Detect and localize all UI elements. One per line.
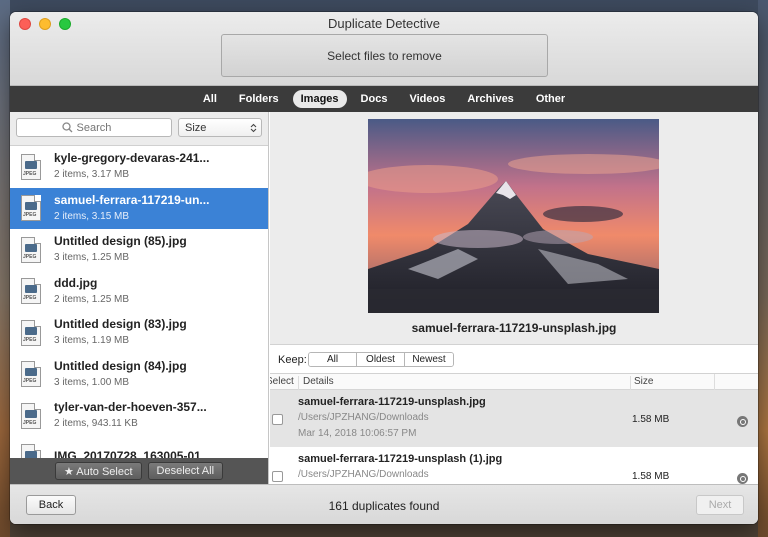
- main-content: Size JPEG kyle-gregory-devaras-241... 2 …: [10, 112, 758, 484]
- file-group-item[interactable]: JPEG ddd.jpg 2 items, 1.25 MB: [10, 271, 268, 313]
- file-group-name: Untitled design (83).jpg: [54, 317, 187, 332]
- file-group-item[interactable]: JPEG tyler-van-der-hoeven-357... 2 items…: [10, 395, 268, 437]
- file-group-item[interactable]: JPEG kyle-gregory-devaras-241... 2 items…: [10, 146, 268, 188]
- sidebar-footer: ★ Auto Select Deselect All: [10, 458, 268, 484]
- tab-all[interactable]: All: [195, 90, 225, 108]
- column-header-select[interactable]: Select: [270, 376, 294, 387]
- file-group-meta: 2 items, 3.17 MB: [54, 169, 130, 181]
- file-group-name: IMG_20170728_163005-01....: [54, 448, 215, 458]
- column-header-size[interactable]: Size: [630, 376, 653, 391]
- deselect-all-button[interactable]: Deselect All: [147, 462, 224, 480]
- column-header-details[interactable]: Details: [298, 376, 334, 391]
- file-group-meta: 2 items, 943.11 KB: [54, 418, 138, 430]
- magnifier-icon[interactable]: [737, 473, 748, 484]
- up-down-chevron-icon: [250, 123, 257, 132]
- keep-segmented-control: All Oldest Newest: [308, 352, 454, 367]
- row-file-path: /Users/JPZHANG/Downloads: [298, 412, 429, 423]
- row-checkbox[interactable]: [272, 471, 283, 482]
- mountain-preview-image: [368, 119, 659, 313]
- table-header: Select Details Size: [270, 374, 758, 391]
- keep-oldest-option[interactable]: Oldest: [357, 353, 405, 366]
- keep-bar: Keep: All Oldest Newest: [270, 344, 758, 374]
- auto-select-button[interactable]: ★ Auto Select: [54, 462, 142, 480]
- jpeg-file-icon: JPEG: [21, 195, 41, 222]
- file-group-name: ddd.jpg: [54, 275, 98, 290]
- sort-select[interactable]: Size: [178, 118, 262, 137]
- tab-folders[interactable]: Folders: [231, 90, 287, 108]
- search-input[interactable]: [76, 121, 127, 134]
- search-row: Size: [10, 112, 268, 146]
- jpeg-file-icon: JPEG: [21, 402, 41, 429]
- row-file-name: samuel-ferrara-117219-unsplash (1).jpg: [298, 453, 503, 465]
- jpeg-file-icon: JPEG: [21, 319, 41, 346]
- file-group-item[interactable]: JPEG Untitled design (84).jpg 3 items, 1…: [10, 354, 268, 396]
- search-field[interactable]: [16, 118, 172, 137]
- next-button[interactable]: Next: [696, 495, 744, 515]
- file-group-name: tyler-van-der-hoeven-357...: [54, 400, 207, 415]
- file-group-meta: 3 items, 1.00 MB: [54, 376, 130, 388]
- app-window: Duplicate Detective Select files to remo…: [10, 12, 758, 524]
- file-group-item[interactable]: JPEG Untitled design (85).jpg 3 items, 1…: [10, 229, 268, 271]
- bottom-bar: Back 161 duplicates found Next: [10, 484, 758, 524]
- search-icon: [61, 122, 72, 133]
- tab-images[interactable]: Images: [292, 90, 347, 108]
- tab-other[interactable]: Other: [528, 90, 573, 108]
- file-group-meta: 3 items, 1.19 MB: [54, 335, 130, 347]
- file-group-name: Untitled design (85).jpg: [54, 234, 187, 249]
- keep-label: Keep:: [278, 354, 307, 366]
- duplicates-count: 161 duplicates found: [328, 499, 440, 513]
- tab-videos[interactable]: Videos: [401, 90, 453, 108]
- window-title: Duplicate Detective: [328, 16, 440, 31]
- file-group-name: kyle-gregory-devaras-241...: [54, 151, 210, 166]
- file-group-meta: 3 items, 1.25 MB: [54, 252, 130, 264]
- row-file-path: /Users/JPZHANG/Downloads: [298, 469, 429, 480]
- tab-archives[interactable]: Archives: [459, 90, 521, 108]
- jpeg-file-icon: JPEG: [21, 444, 41, 458]
- row-file-size: 1.58 MB: [632, 471, 670, 482]
- file-group-name: Untitled design (84).jpg: [54, 358, 187, 373]
- row-file-size: 1.58 MB: [632, 414, 670, 425]
- file-group-item-selected[interactable]: JPEG samuel-ferrara-117219-un... 2 items…: [10, 187, 268, 229]
- file-group-item[interactable]: JPEG IMG_20170728_163005-01....: [10, 437, 268, 458]
- title-bar: Duplicate Detective Select files to remo…: [10, 12, 758, 86]
- image-preview-pane: samuel-ferrara-117219-unsplash.jpg: [270, 112, 758, 344]
- row-file-date: Mar 14, 2018 10:06:57 PM: [298, 428, 417, 439]
- duplicates-table: Select Details Size samuel-ferrara-11721…: [270, 374, 758, 484]
- jpeg-file-icon: JPEG: [21, 236, 41, 263]
- preview-filename: samuel-ferrara-117219-unsplash.jpg: [411, 321, 617, 335]
- category-tab-bar: All Folders Images Docs Videos Archives …: [10, 86, 758, 112]
- tab-docs[interactable]: Docs: [353, 90, 396, 108]
- desktop-background-left: [0, 0, 10, 537]
- table-row[interactable]: samuel-ferrara-117219-unsplash (1).jpg /…: [270, 447, 758, 484]
- desktop-background-right: [758, 0, 768, 537]
- file-group-meta: 2 items, 3.15 MB: [54, 210, 130, 222]
- sort-select-value: Size: [185, 121, 207, 134]
- table-row[interactable]: samuel-ferrara-117219-unsplash.jpg /User…: [270, 390, 758, 447]
- jpeg-file-icon: JPEG: [21, 153, 41, 180]
- file-group-meta: 2 items, 1.25 MB: [54, 293, 130, 305]
- file-group-item[interactable]: JPEG Untitled design (83).jpg 3 items, 1…: [10, 312, 268, 354]
- duplicate-groups-sidebar: Size JPEG kyle-gregory-devaras-241... 2 …: [10, 112, 269, 484]
- jpeg-file-icon: JPEG: [21, 278, 41, 305]
- file-group-name: samuel-ferrara-117219-un...: [54, 192, 210, 207]
- row-file-name: samuel-ferrara-117219-unsplash.jpg: [298, 396, 486, 408]
- file-group-list: JPEG kyle-gregory-devaras-241... 2 items…: [10, 146, 268, 458]
- jpeg-file-icon: JPEG: [21, 361, 41, 388]
- column-header-extra: [714, 374, 715, 390]
- row-checkbox[interactable]: [272, 414, 283, 425]
- magnifier-icon[interactable]: [737, 416, 748, 427]
- keep-newest-option[interactable]: Newest: [405, 353, 453, 366]
- keep-all-option[interactable]: All: [309, 353, 357, 366]
- select-files-drop-zone[interactable]: Select files to remove: [221, 34, 548, 77]
